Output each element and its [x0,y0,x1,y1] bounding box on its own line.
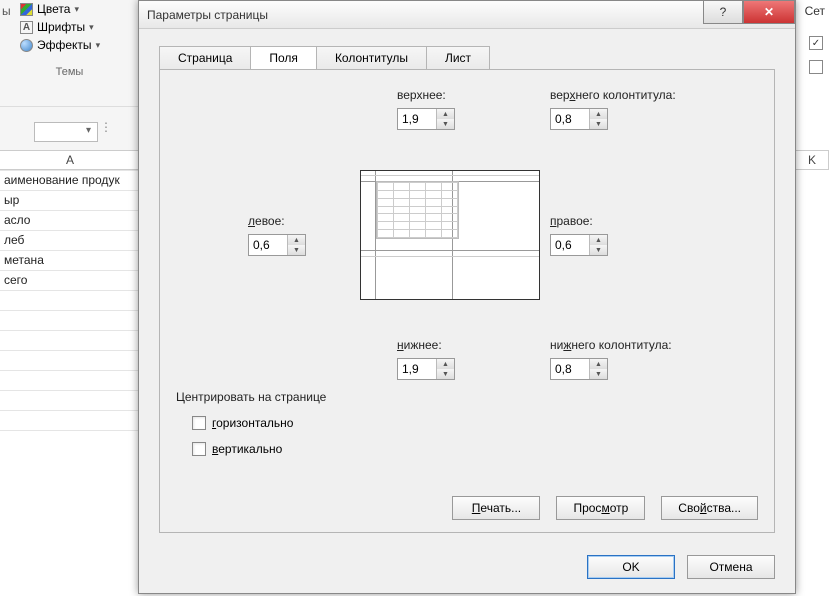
cell[interactable]: метана [0,250,140,270]
right-margin-spinner[interactable]: ▲▼ [550,234,608,256]
spin-down-icon[interactable]: ▼ [437,369,454,379]
gridlines-label: Сет [805,4,825,18]
cell[interactable] [0,430,140,450]
top-margin-input[interactable] [398,109,436,129]
center-vertical-checkbox[interactable]: вертикально [192,442,282,456]
cell[interactable]: ыр [0,190,140,210]
cell[interactable] [0,370,140,390]
right-margin-input[interactable] [551,235,589,255]
fonts-label: Шрифты [37,20,85,34]
cell[interactable] [0,410,140,430]
spin-down-icon[interactable]: ▼ [437,119,454,129]
effects-icon [20,39,33,52]
column-header-k[interactable]: K [795,150,829,170]
checkbox-icon [192,442,206,456]
spin-down-icon[interactable]: ▼ [288,245,305,255]
tab-page[interactable]: Страница [159,46,251,69]
fonts-button[interactable]: A Шрифты ▾ [16,18,104,36]
cell[interactable] [0,310,140,330]
center-vertical-label: вертикально [212,442,282,456]
spin-down-icon[interactable]: ▼ [590,245,607,255]
cell[interactable] [0,330,140,350]
cell[interactable]: аименование продук [0,170,140,190]
name-box[interactable] [34,122,98,142]
spin-up-icon[interactable]: ▲ [590,109,607,119]
center-group-label: Центрировать на странице [176,390,326,404]
checkbox-icon [192,416,206,430]
dialog-titlebar[interactable]: Параметры страницы ? ✕ [139,1,795,29]
header-margin-spinner[interactable]: ▲▼ [550,108,608,130]
bottom-margin-spinner[interactable]: ▲▼ [397,358,455,380]
footer-margin-spinner[interactable]: ▲▼ [550,358,608,380]
cell[interactable] [0,290,140,310]
more-icon: ⋮ [100,120,114,134]
colors-icon [20,3,33,16]
close-button[interactable]: ✕ [743,0,795,24]
spin-down-icon[interactable]: ▼ [590,369,607,379]
properties-button[interactable]: Свойства... [661,496,758,520]
cancel-button[interactable]: Отмена [687,555,775,579]
tab-headers[interactable]: Колонтитулы [316,46,427,69]
bottom-margin-input[interactable] [398,359,436,379]
cell[interactable] [0,350,140,370]
margins-panel: верхнее: ▲▼ верхнего колонтитула: ▲▼ лев… [159,69,775,533]
left-margin-label: левое: [248,214,285,228]
center-horizontal-checkbox[interactable]: горизонтально [192,416,293,430]
chevron-down-icon: ▾ [74,4,79,15]
column-header-a[interactable]: A [0,150,140,170]
spin-up-icon[interactable]: ▲ [590,235,607,245]
ribbon-themes-group: ы Цвета ▾ A Шрифты ▾ Эффекты ▾ Темы ⋮ [0,0,140,150]
spin-up-icon[interactable]: ▲ [437,109,454,119]
page-setup-dialog: Параметры страницы ? ✕ Страница Поля Кол… [138,0,796,594]
themes-group-label: Темы [0,62,139,80]
header-margin-input[interactable] [551,109,589,129]
cell[interactable]: леб [0,230,140,250]
left-margin-spinner[interactable]: ▲▼ [248,234,306,256]
center-horizontal-label: горизонтально [212,416,293,430]
footer-margin-input[interactable] [551,359,589,379]
page-preview [360,170,540,300]
tab-sheet[interactable]: Лист [426,46,490,69]
bottom-margin-label: нижнее: [397,338,442,352]
effects-label: Эффекты [37,38,92,52]
right-margin-label: правое: [550,214,593,228]
chevron-down-icon: ▾ [89,22,94,33]
ribbon-truncated: ы [2,4,11,18]
fonts-icon: A [20,21,33,34]
tabstrip: Страница Поля Колонтитулы Лист [159,45,489,68]
colors-button[interactable]: Цвета ▾ [16,0,104,18]
footer-margin-label: нижнего колонтитула: [550,338,672,352]
print-button[interactable]: Печать... [452,496,540,520]
left-margin-input[interactable] [249,235,287,255]
tab-margins[interactable]: Поля [250,46,317,69]
gridlines-print-checkbox[interactable] [809,60,823,74]
spin-up-icon[interactable]: ▲ [590,359,607,369]
ok-button[interactable]: OK [587,555,675,579]
spin-up-icon[interactable]: ▲ [437,359,454,369]
print-preview-button[interactable]: Просмотр [556,496,645,520]
header-margin-label: верхнего колонтитула: [550,88,676,102]
effects-button[interactable]: Эффекты ▾ [16,36,104,54]
gridlines-view-checkbox[interactable]: ✓ [809,36,823,50]
cell[interactable]: сего [0,270,140,290]
help-button[interactable]: ? [703,0,743,24]
spin-down-icon[interactable]: ▼ [590,119,607,129]
cell[interactable] [0,390,140,410]
cell[interactable]: асло [0,210,140,230]
dialog-title: Параметры страницы [147,8,268,22]
top-margin-label: верхнее: [397,88,446,102]
chevron-down-icon: ▾ [96,40,101,51]
spin-up-icon[interactable]: ▲ [288,235,305,245]
colors-label: Цвета [37,2,70,16]
top-margin-spinner[interactable]: ▲▼ [397,108,455,130]
